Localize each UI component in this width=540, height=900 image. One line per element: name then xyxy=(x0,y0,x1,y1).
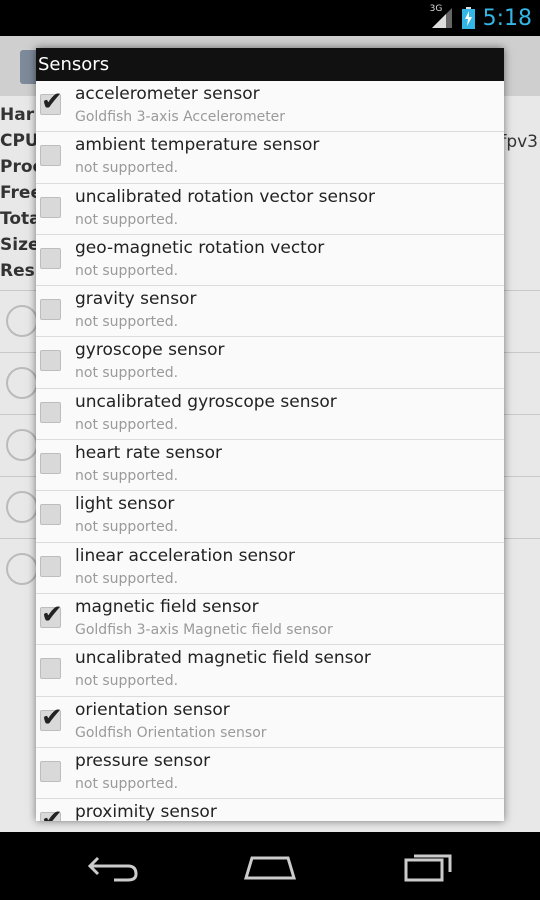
battery-charging-icon xyxy=(461,7,475,29)
sensor-name: geo-magnetic rotation vector xyxy=(75,237,325,258)
sensor-checkbox[interactable] xyxy=(40,555,61,577)
signal-icon: 3G xyxy=(429,4,454,30)
sensor-checkbox[interactable] xyxy=(40,453,61,475)
sensor-name: orientation sensor xyxy=(75,699,230,720)
sensor-row[interactable]: gyroscope sensor not supported. xyxy=(36,337,504,389)
check-icon: ✔ xyxy=(41,599,63,630)
sensor-row[interactable]: uncalibrated magnetic field sensor not su… xyxy=(36,645,504,697)
sensor-checkbox[interactable]: ✔ xyxy=(40,600,63,630)
sensor-row[interactable]: pressure sensor not supported. xyxy=(36,748,504,800)
sensor-row[interactable]: ✔ proximity sensor xyxy=(36,799,504,821)
sensor-checkbox[interactable] xyxy=(40,299,61,321)
sensor-name: uncalibrated magnetic field sensor xyxy=(75,648,371,669)
expand-circle-icon xyxy=(6,553,38,585)
sensor-name: linear acceleration sensor xyxy=(75,545,295,566)
dialog-title: Sensors xyxy=(36,48,504,81)
check-icon: ✔ xyxy=(41,702,63,733)
sensor-row[interactable]: gravity sensor not supported. xyxy=(36,286,504,338)
home-icon[interactable] xyxy=(240,846,300,886)
expand-circle-icon xyxy=(6,491,38,523)
sensor-name: proximity sensor xyxy=(75,802,217,821)
sensor-name: uncalibrated rotation vector sensor xyxy=(75,186,376,207)
sensor-checkbox[interactable]: ✔ xyxy=(40,703,63,733)
sensor-name: light sensor xyxy=(75,494,175,515)
sensor-checkbox[interactable] xyxy=(40,196,61,218)
sensor-checkbox[interactable] xyxy=(40,247,61,269)
navigation-bar xyxy=(0,832,540,900)
sensor-detail: Goldfish Orientation sensor xyxy=(75,724,267,741)
sensor-detail: Goldfish 3-axis Magnetic field sensor xyxy=(75,621,333,638)
sensor-detail: not supported. xyxy=(75,416,179,433)
sensor-row[interactable]: ✔ accelerometer sensor Goldfish 3-axis Acc… xyxy=(36,81,504,133)
sensor-checkbox[interactable] xyxy=(40,658,61,680)
status-clock: 5:18 xyxy=(482,5,532,31)
back-icon[interactable] xyxy=(84,846,144,886)
sensor-detail: Goldfish 3-axis Accelerometer xyxy=(75,109,286,125)
sensor-name: gravity sensor xyxy=(75,289,197,310)
sensor-row[interactable]: uncalibrated rotation vector sensor not s… xyxy=(36,184,504,235)
sensor-name: ambient temperature sensor xyxy=(75,135,320,156)
sensor-name: gyroscope sensor xyxy=(75,340,225,361)
sensor-name: heart rate sensor xyxy=(75,443,222,464)
sensor-checkbox[interactable] xyxy=(40,401,61,423)
bg-right-fragment: fpv3 xyxy=(500,132,538,152)
sensor-row[interactable]: heart rate sensor not supported. xyxy=(36,440,504,492)
sensor-list[interactable]: ✔ accelerometer sensor Goldfish 3-axis Acc… xyxy=(36,81,504,821)
check-icon: ✔ xyxy=(41,805,63,821)
sensor-detail: not supported. xyxy=(75,673,179,690)
sensor-row[interactable]: ✔ orientation sensor Goldfish Orientation … xyxy=(36,697,504,748)
sensor-row[interactable]: uncalibrated gyroscope sensor not support… xyxy=(36,389,504,441)
sensor-detail: not supported. xyxy=(75,570,179,587)
sensor-name: accelerometer sensor xyxy=(75,84,260,104)
sensor-name: magnetic field sensor xyxy=(75,596,259,617)
sensor-checkbox[interactable]: ✔ xyxy=(40,87,63,117)
sensor-detail: not supported. xyxy=(75,468,179,485)
status-icons: 3G 5:18 xyxy=(430,4,532,32)
sensor-row[interactable]: ✔ magnetic field sensor Goldfish 3-axis Ma… xyxy=(36,594,504,646)
sensors-dialog: Sensors ✔ accelerometer sensor Goldfish 3-… xyxy=(36,48,504,821)
sensor-checkbox[interactable] xyxy=(40,350,61,372)
expand-circle-icon xyxy=(6,429,38,461)
sensor-detail: not supported. xyxy=(75,775,179,792)
sensor-name: uncalibrated gyroscope sensor xyxy=(75,391,337,412)
sensor-row[interactable]: geo-magnetic rotation vector not supporte… xyxy=(36,235,504,287)
sensor-row[interactable]: ambient temperature sensor not supported. xyxy=(36,132,504,184)
sensor-detail: not supported. xyxy=(75,262,179,279)
sensor-checkbox[interactable] xyxy=(40,504,61,526)
sensor-detail: not supported. xyxy=(75,519,179,536)
sensor-checkbox[interactable] xyxy=(40,145,61,167)
sensor-row[interactable]: linear acceleration sensor not supported. xyxy=(36,543,504,594)
sensor-checkbox[interactable]: ✔ xyxy=(40,805,63,821)
recents-icon[interactable] xyxy=(400,846,460,886)
sensor-detail: not supported. xyxy=(75,160,179,177)
sensor-detail: not supported. xyxy=(75,365,179,382)
sensor-checkbox[interactable] xyxy=(40,760,61,782)
sensor-detail: not supported. xyxy=(75,211,179,228)
expand-circle-icon xyxy=(6,305,38,337)
expand-circle-icon xyxy=(6,367,38,399)
sensor-row[interactable]: light sensor not supported. xyxy=(36,491,504,543)
sensor-name: pressure sensor xyxy=(75,750,211,771)
sensor-detail: not supported. xyxy=(75,314,179,331)
network-type-label: 3G xyxy=(429,4,443,14)
status-bar: 3G 5:18 xyxy=(0,0,540,36)
check-icon: ✔ xyxy=(41,87,63,117)
